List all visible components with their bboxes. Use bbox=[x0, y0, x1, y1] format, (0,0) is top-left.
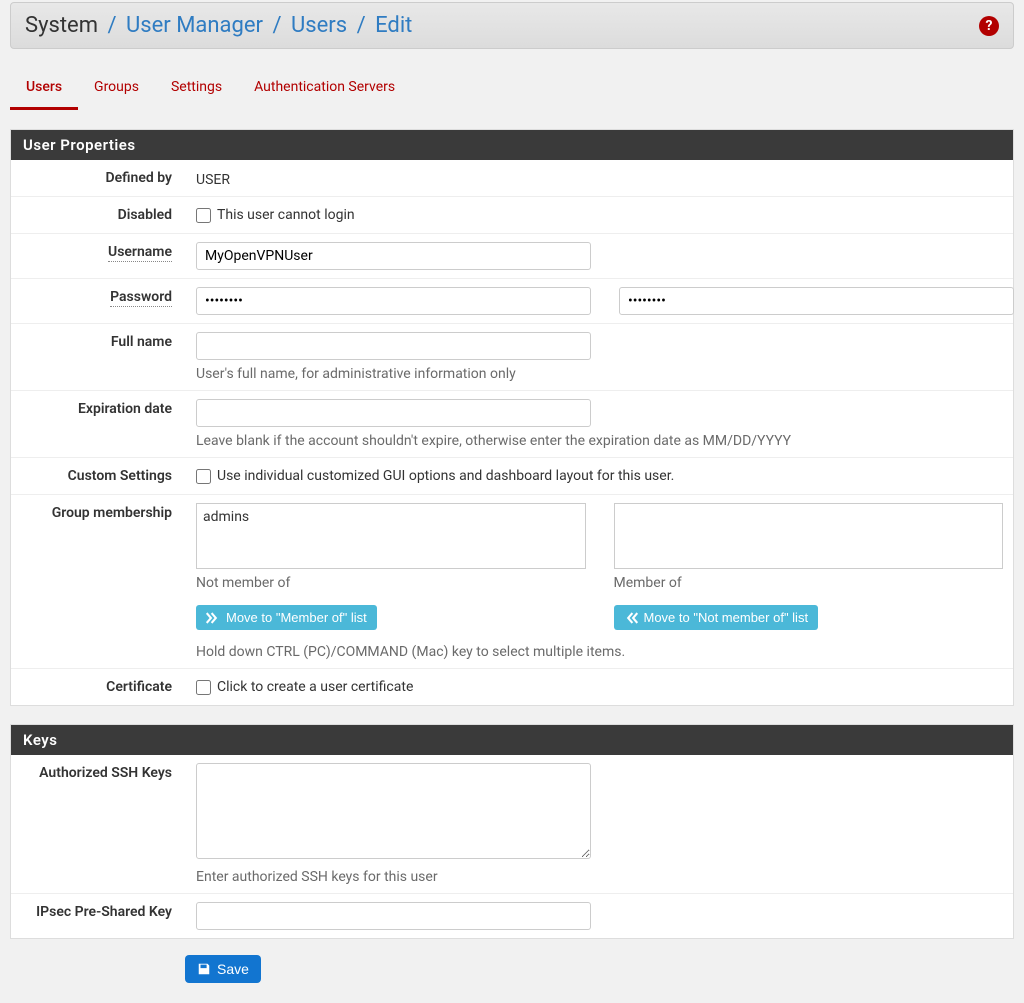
label-full-name: Full name bbox=[11, 324, 186, 390]
listbox-not-member[interactable]: admins bbox=[196, 503, 586, 569]
checkbox-certificate-text: Click to create a user certificate bbox=[217, 679, 413, 695]
breadcrumb-link[interactable]: Users bbox=[291, 13, 347, 38]
double-chevron-right-icon bbox=[206, 612, 220, 624]
breadcrumb-root: System bbox=[25, 13, 98, 38]
label-disabled: Disabled bbox=[11, 197, 186, 233]
checkbox-disabled[interactable] bbox=[196, 208, 211, 223]
label-password: Password bbox=[11, 279, 186, 323]
breadcrumb-link[interactable]: User Manager bbox=[126, 13, 263, 38]
label-group-membership: Group membership bbox=[11, 495, 186, 668]
panel-user-properties: User Properties Defined by USER Disabled… bbox=[10, 129, 1014, 706]
hint-multi-select: Hold down CTRL (PC)/COMMAND (Mac) key to… bbox=[196, 644, 1003, 660]
label-username: Username bbox=[11, 234, 186, 278]
checkbox-custom-settings-text: Use individual customized GUI options an… bbox=[217, 468, 674, 484]
help-ssh-keys: Enter authorized SSH keys for this user bbox=[196, 869, 1003, 885]
label-certificate: Certificate bbox=[11, 669, 186, 705]
input-full-name[interactable] bbox=[196, 332, 591, 360]
tab-users[interactable]: Users bbox=[10, 69, 78, 110]
caption-not-member: Not member of bbox=[196, 575, 586, 591]
label-ssh-keys: Authorized SSH Keys bbox=[11, 755, 186, 893]
input-expiration[interactable] bbox=[196, 399, 591, 427]
caption-member: Member of bbox=[614, 575, 1004, 591]
value-defined-by: USER bbox=[196, 168, 230, 188]
input-password[interactable] bbox=[196, 287, 591, 315]
listbox-member[interactable] bbox=[614, 503, 1004, 569]
checkbox-certificate[interactable] bbox=[196, 680, 211, 695]
input-username[interactable] bbox=[196, 242, 591, 270]
input-password-confirm[interactable] bbox=[619, 287, 1014, 315]
panel-title: Keys bbox=[11, 725, 1013, 755]
panel-title: User Properties bbox=[11, 130, 1013, 160]
breadcrumb-link[interactable]: Edit bbox=[375, 13, 412, 38]
page-header: System / User Manager / Users / Edit ? bbox=[10, 2, 1014, 49]
tabs: Users Groups Settings Authentication Ser… bbox=[10, 69, 1014, 111]
label-ipsec-psk: IPsec Pre-Shared Key bbox=[11, 894, 186, 938]
move-to-member-button[interactable]: Move to "Member of" list bbox=[196, 605, 377, 630]
double-chevron-left-icon bbox=[624, 612, 638, 624]
save-icon bbox=[197, 962, 211, 976]
save-button[interactable]: Save bbox=[185, 955, 261, 983]
help-icon[interactable]: ? bbox=[979, 16, 999, 36]
input-ipsec-psk[interactable] bbox=[196, 902, 591, 930]
label-expiration: Expiration date bbox=[11, 391, 186, 457]
help-full-name: User's full name, for administrative inf… bbox=[196, 366, 1003, 382]
tab-settings[interactable]: Settings bbox=[155, 69, 238, 110]
label-custom-settings: Custom Settings bbox=[11, 458, 186, 494]
tab-auth-servers[interactable]: Authentication Servers bbox=[238, 69, 411, 110]
label-defined-by: Defined by bbox=[11, 160, 186, 196]
panel-keys: Keys Authorized SSH Keys Enter authorize… bbox=[10, 724, 1014, 939]
list-item[interactable]: admins bbox=[201, 508, 581, 526]
checkbox-custom-settings[interactable] bbox=[196, 469, 211, 484]
help-expiration: Leave blank if the account shouldn't exp… bbox=[196, 433, 1003, 449]
breadcrumb: System / User Manager / Users / Edit bbox=[25, 13, 412, 38]
tab-groups[interactable]: Groups bbox=[78, 69, 155, 110]
move-to-not-member-button[interactable]: Move to "Not member of" list bbox=[614, 605, 819, 630]
checkbox-disabled-text: This user cannot login bbox=[217, 207, 355, 223]
textarea-ssh-keys[interactable] bbox=[196, 763, 591, 859]
